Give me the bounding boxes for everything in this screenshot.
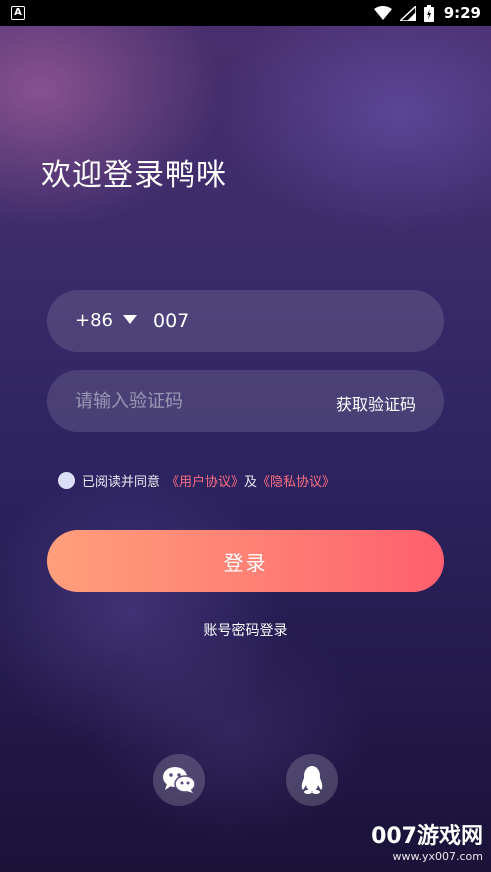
wechat-icon — [163, 767, 196, 793]
page-title: 欢迎登录鸭咪 — [41, 158, 227, 193]
status-icons: 9:29 — [373, 3, 481, 23]
verification-code-input[interactable] — [75, 387, 315, 415]
qq-icon — [301, 766, 323, 794]
signal-icon — [399, 5, 416, 21]
agreement-row: 已阅读并同意 《用户协议》 及 《隐私协议》 — [58, 470, 335, 490]
watermark: 007游戏网 www.yx007.com — [371, 824, 483, 864]
watermark-brand: 007游戏网 — [371, 824, 483, 849]
status-time: 9:29 — [443, 4, 481, 22]
agreement-checkbox[interactable] — [58, 471, 75, 489]
privacy-policy-link[interactable]: 《隐私协议》 — [257, 471, 335, 490]
get-code-button[interactable]: 获取验证码 — [336, 391, 416, 415]
country-code[interactable]: +86 — [75, 310, 113, 331]
watermark-url: www.yx007.com — [392, 850, 483, 863]
agreement-conjunction: 及 — [244, 474, 258, 490]
qq-login-button[interactable] — [286, 754, 338, 806]
wifi-icon — [373, 6, 392, 20]
user-agreement-link[interactable]: 《用户协议》 — [166, 471, 244, 490]
phone-field: +86 — [47, 290, 444, 352]
app-notification-icon: A — [11, 6, 25, 20]
account-password-login-link[interactable]: 账号密码登录 — [0, 620, 491, 640]
login-button[interactable]: 登录 — [47, 530, 444, 592]
verification-field: 获取验证码 — [47, 370, 444, 432]
phone-input[interactable] — [153, 307, 413, 335]
battery-icon — [423, 4, 434, 22]
agreement-prefix: 已阅读并同意 — [82, 474, 161, 490]
status-bar: A 9:29 — [0, 0, 491, 26]
wechat-login-button[interactable] — [153, 754, 205, 806]
country-dropdown-icon[interactable] — [123, 315, 137, 324]
